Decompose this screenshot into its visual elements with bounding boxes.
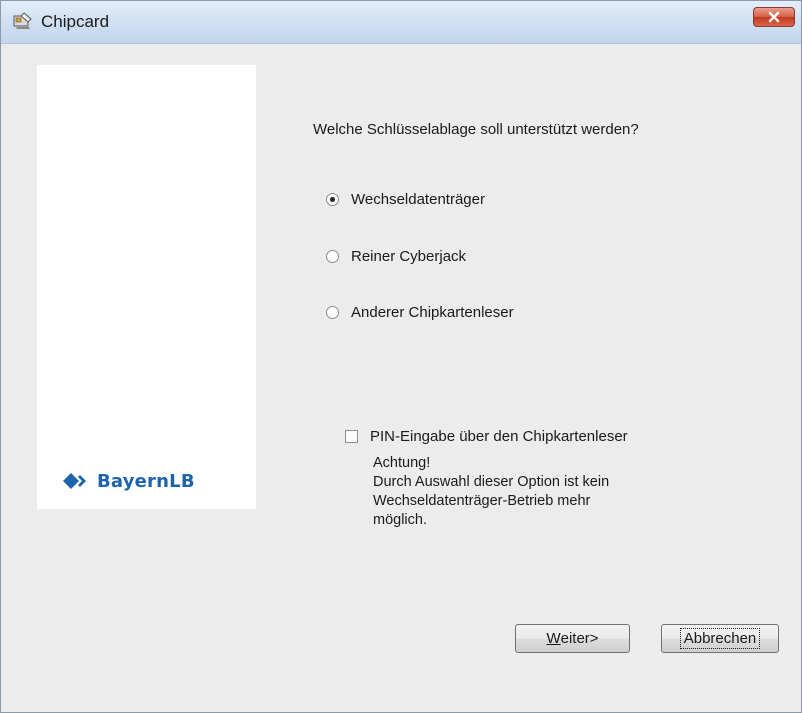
next-button-accelerator: W <box>546 630 561 647</box>
close-icon <box>768 11 780 23</box>
radio-label: Reiner Cyberjack <box>351 248 467 265</box>
cancel-button-label: Abbrechen <box>679 628 761 649</box>
bayernlb-logo-mark-icon <box>63 473 86 489</box>
close-button[interactable] <box>753 7 795 27</box>
dialog-body: BayernLB Welche Schlüsselablage soll unt… <box>1 44 801 712</box>
radio-button[interactable] <box>326 250 339 263</box>
question-label: Welche Schlüsselablage soll unterstützt … <box>313 121 639 138</box>
pin-entry-checkbox-label: PIN-Eingabe über den Chipkartenleser <box>370 428 628 445</box>
radio-label: Wechseldatenträger <box>351 191 485 208</box>
warning-line: möglich. <box>373 512 427 528</box>
next-button-label: eiter> <box>560 630 599 647</box>
cancel-button[interactable]: Abbrechen <box>661 624 779 653</box>
warning-line: Wechseldatenträger-Betrieb mehr <box>373 493 591 509</box>
title-bar[interactable]: Chipcard <box>1 1 801 44</box>
radio-option-reiner-cyberjack[interactable]: Reiner Cyberjack <box>326 248 466 265</box>
radio-option-anderer-chipkartenleser[interactable]: Anderer Chipkartenleser <box>326 304 514 321</box>
radio-option-wechseldatentraeger[interactable]: Wechseldatenträger <box>326 191 485 208</box>
branding-panel <box>37 65 256 509</box>
bayernlb-logo-text: BayernLB <box>97 470 195 492</box>
bayernlb-logo: BayernLB <box>63 469 195 493</box>
radio-button-checked[interactable] <box>326 193 339 206</box>
warning-line: Durch Auswahl dieser Option ist kein <box>373 474 610 490</box>
warning-line: Achtung! <box>373 455 431 471</box>
pin-entry-checkbox-row[interactable]: PIN-Eingabe über den Chipkartenleser <box>345 428 628 445</box>
radio-label: Anderer Chipkartenleser <box>351 304 514 321</box>
next-button[interactable]: Weiter> <box>515 624 630 653</box>
radio-button[interactable] <box>326 306 339 319</box>
window-title: Chipcard <box>41 12 110 31</box>
warning-text: Achtung! Durch Auswahl dieser Option ist… <box>373 454 693 530</box>
chipcard-dialog: Chipcard BayernLB Welche Schlüsselablage… <box>0 0 802 713</box>
chipcard-app-icon <box>13 12 32 29</box>
pin-entry-checkbox[interactable] <box>345 430 358 443</box>
